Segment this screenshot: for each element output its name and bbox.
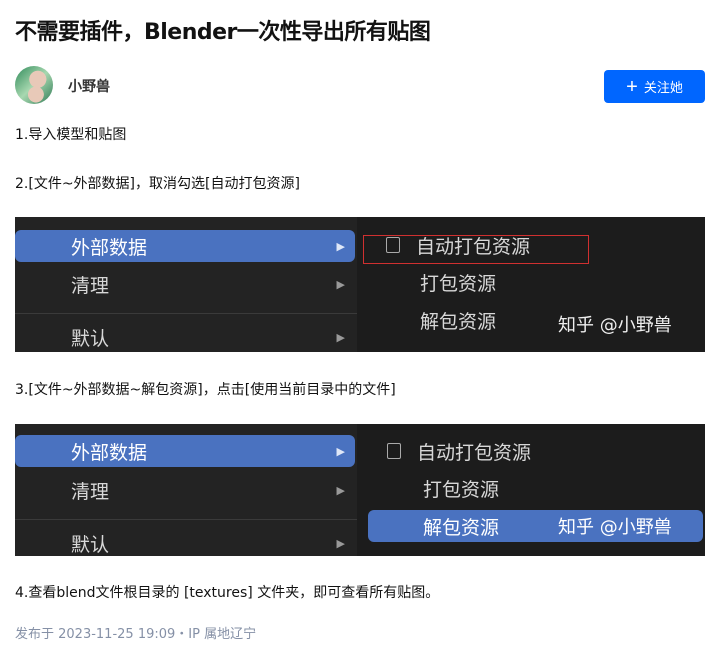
menu-item-external-data: 外部数据 ▶ [15,435,355,467]
screenshot-image-1: 外部数据 ▶ 清理 ▶ 默认 ▶ 自动打包资源 打包资源 解包资源 知乎 @小野兽 [15,217,705,352]
follow-label: 关注她 [643,80,683,95]
author-name[interactable]: 小野兽 [68,76,110,96]
annotation-box [363,235,589,264]
submenu-autopack: 自动打包资源 [361,435,531,467]
watermark: 知乎 @小野兽 [558,315,672,336]
checkbox-icon [387,443,401,459]
paragraph: 2.[文件~外部数据]，取消勾选[自动打包资源] [15,176,300,192]
menu-item-defaults: 默认 ▶ [71,327,345,350]
paragraph: 3.[文件~外部数据~解包资源]，点击[使用当前目录中的文件] [15,382,396,398]
submenu-pack: 打包资源 [420,272,497,295]
menu-item-external-data: 外部数据 ▶ [15,230,355,262]
article-title: 不需要插件，Blender一次性导出所有贴图 [15,20,431,45]
paragraph: 4.查看blend文件根目录的 [textures] 文件夹，即可查看所有贴图。 [15,585,440,601]
paragraph: 1.导入模型和贴图 [15,127,127,143]
watermark: 知乎 @小野兽 [558,517,672,538]
menu-item-cleanup: 清理 ▶ [71,480,345,503]
plus-icon: + [626,75,638,98]
menu-item-cleanup: 清理 ▶ [71,274,345,297]
avatar[interactable] [15,66,53,104]
follow-button[interactable]: + 关注她 [604,70,705,103]
publish-info: 发布于 2023-11-25 19:09・IP 属地辽宁 [15,627,257,642]
submenu-unpack: 解包资源 [420,310,497,333]
submenu-pack: 打包资源 [423,478,500,501]
screenshot-image-2: 外部数据 ▶ 清理 ▶ 默认 ▶ 自动打包资源 打包资源 解包资源 知乎 @小野兽 [15,424,705,556]
menu-item-defaults: 默认 ▶ [71,533,345,556]
